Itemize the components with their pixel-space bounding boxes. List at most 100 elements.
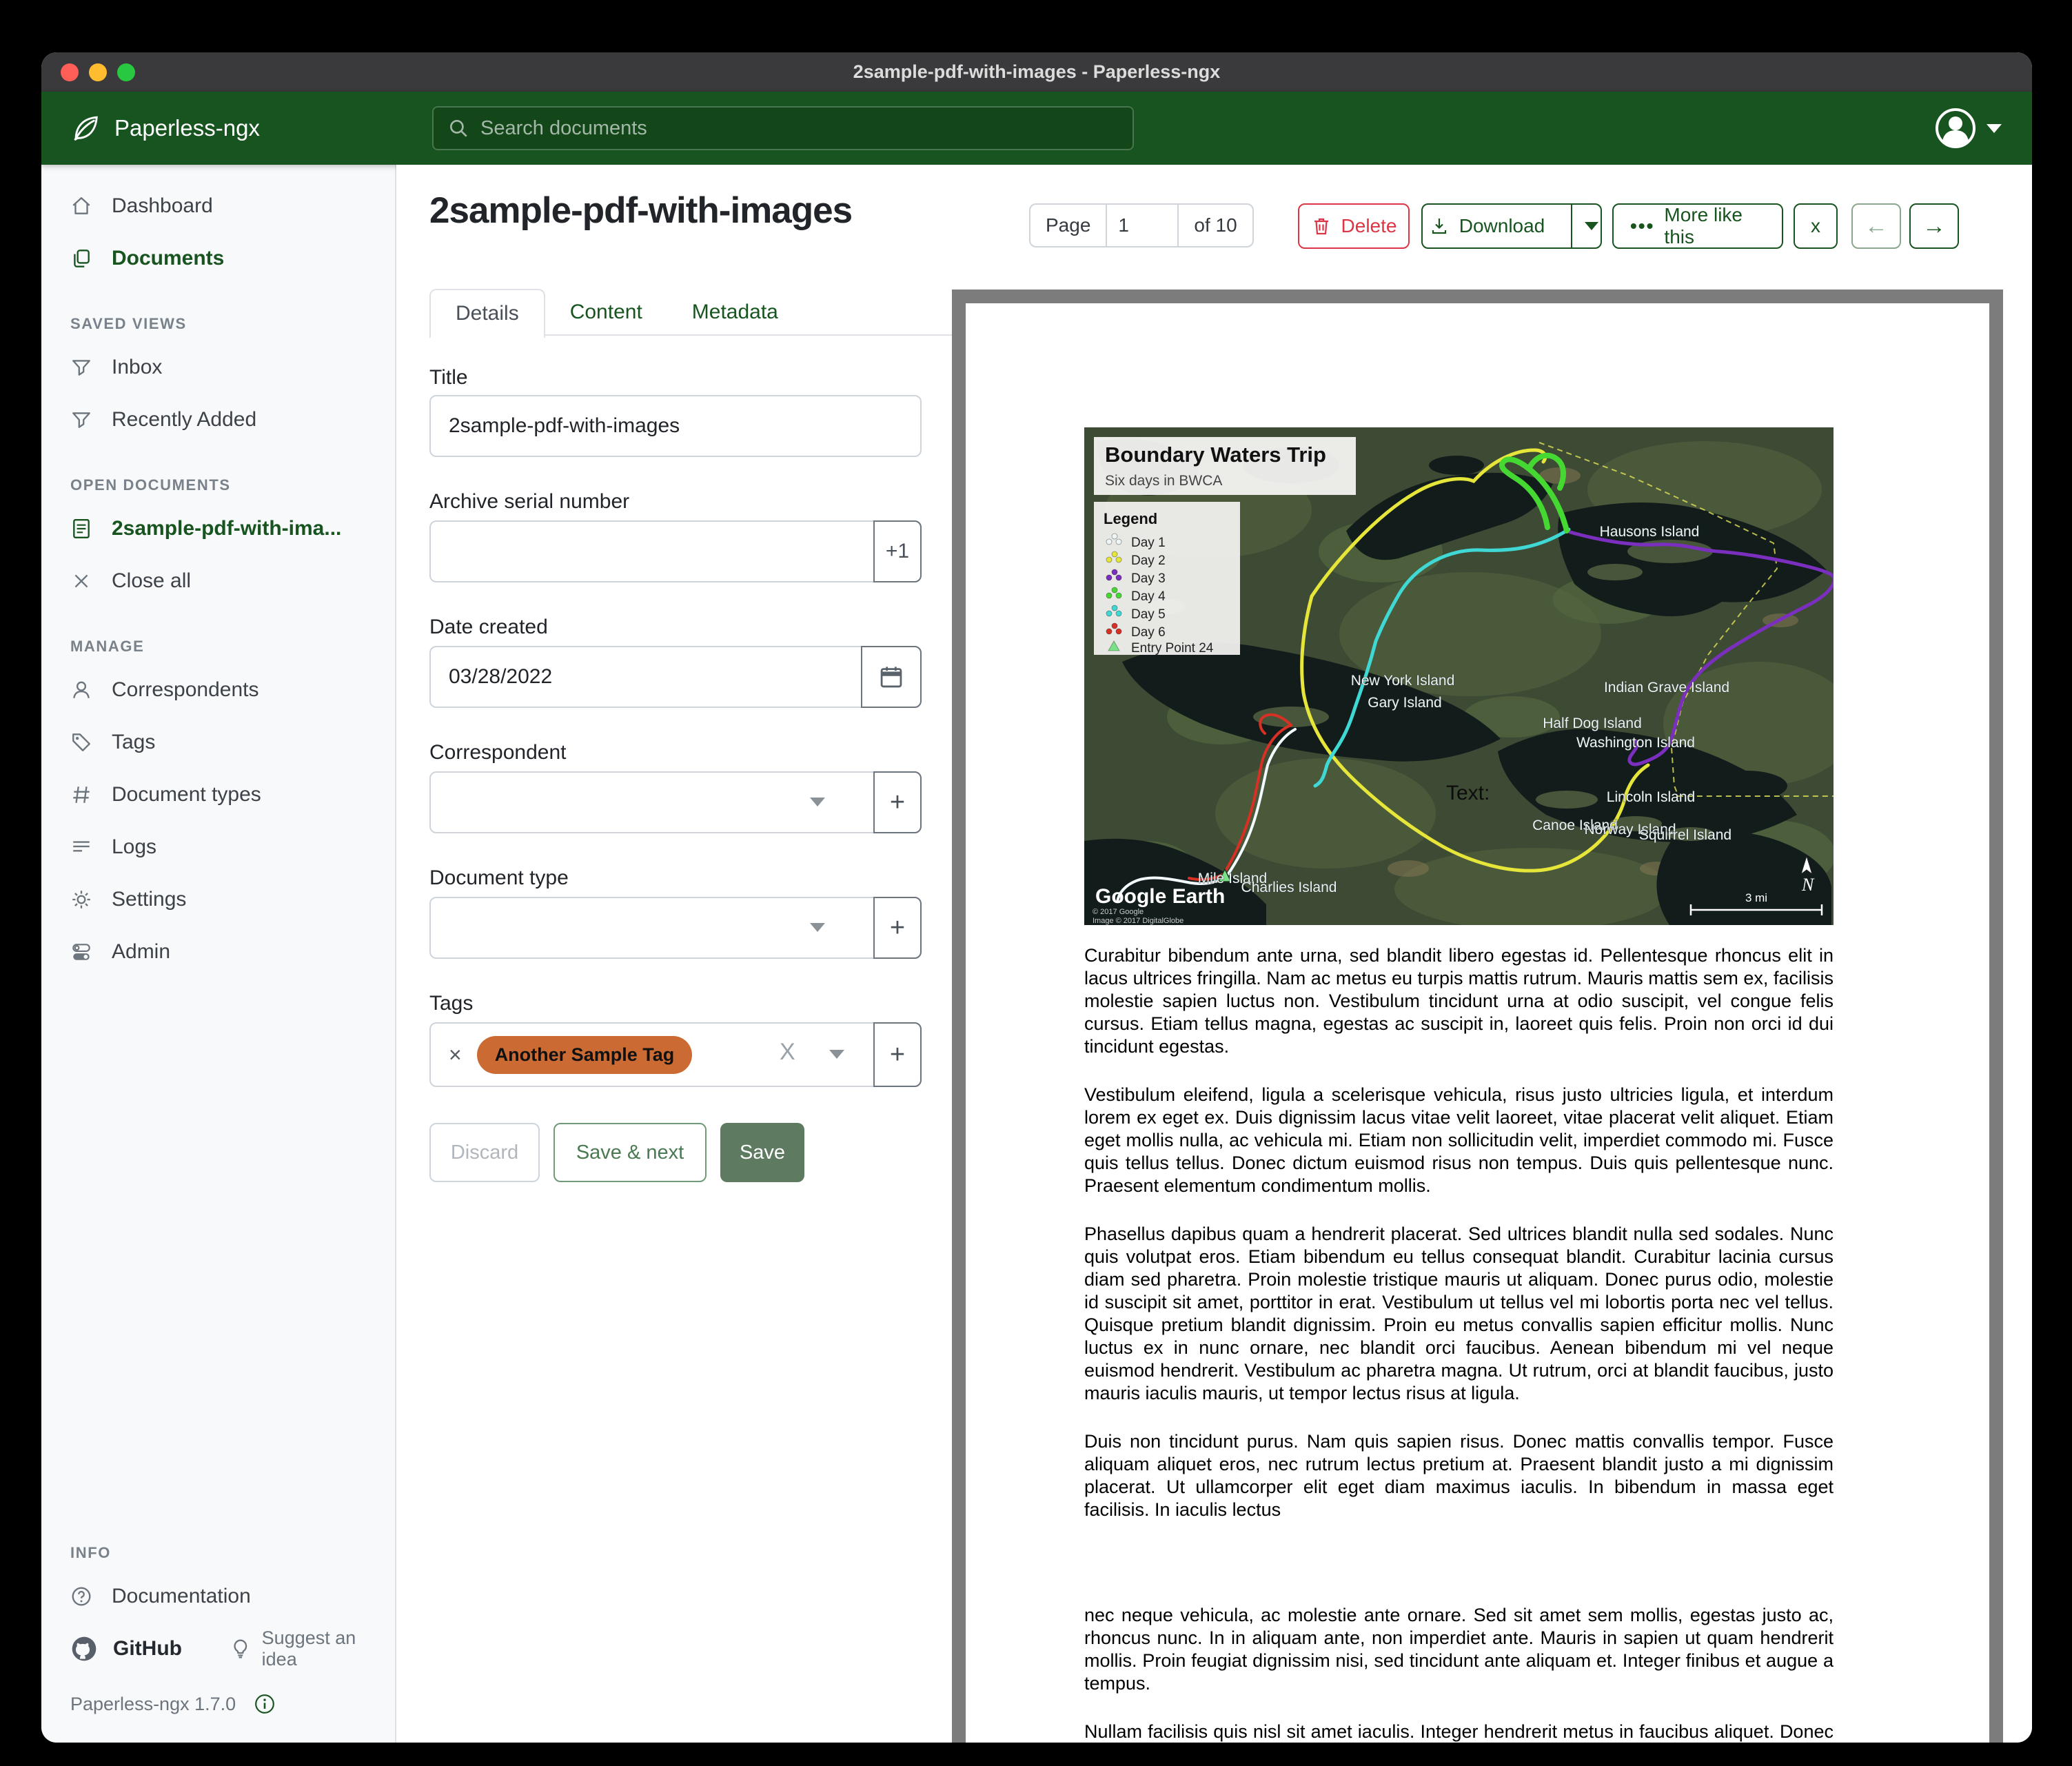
sidebar-item-dashboard[interactable]: Dashboard xyxy=(41,180,395,232)
saved-views-heading: SAVED VIEWS xyxy=(41,285,395,341)
legend-label: Day 1 xyxy=(1131,536,1166,550)
title-field[interactable]: 2sample-pdf-with-images xyxy=(429,395,922,457)
correspondent-label: Correspondent xyxy=(429,741,566,764)
sidebar-item-documents[interactable]: Documents xyxy=(41,232,395,285)
close-window-button[interactable] xyxy=(61,63,79,81)
document-type-select[interactable] xyxy=(429,897,922,959)
github-icon xyxy=(70,1635,98,1663)
date-picker-button[interactable] xyxy=(861,646,922,708)
asn-increment-label: +1 xyxy=(886,540,909,563)
sidebar-item-recently-added[interactable]: Recently Added xyxy=(41,394,395,446)
page-number-input[interactable] xyxy=(1107,205,1177,246)
tab-content[interactable]: Content xyxy=(545,289,667,336)
app-window: 2sample-pdf-with-images - Paperless-ngx … xyxy=(41,52,2032,1743)
sidebar-item-documentation[interactable]: Documentation xyxy=(41,1570,395,1623)
paragraph: Curabitur bibendum ante urna, sed blandi… xyxy=(1084,944,1834,1058)
pdf-page: Hausons Island New York Island Gary Isla… xyxy=(966,303,1989,1743)
tags-select[interactable]: × Another Sample Tag xyxy=(429,1022,922,1087)
tag-icon xyxy=(70,731,92,753)
map-title-box: Boundary Waters Trip Six days in BWCA xyxy=(1094,437,1356,495)
download-label: Download xyxy=(1459,215,1545,237)
sidebar: Dashboard Documents SAVED VIEWS Inbox Re… xyxy=(41,165,396,1743)
search-input[interactable]: Search documents xyxy=(432,106,1134,150)
sidebar-label: Recently Added xyxy=(112,408,256,432)
save-next-button[interactable]: Save & next xyxy=(553,1123,707,1182)
suggest-idea-link[interactable]: Suggest an idea xyxy=(229,1627,395,1670)
asn-increment-button[interactable]: +1 xyxy=(873,520,922,582)
asn-field[interactable] xyxy=(429,520,922,582)
content-area: 2sample-pdf-with-images Page of 10 Delet… xyxy=(396,165,2032,1743)
person-icon xyxy=(70,679,92,701)
search-placeholder: Search documents xyxy=(480,117,647,140)
map-label: Gary Island xyxy=(1368,695,1441,711)
sidebar-item-close-all[interactable]: Close all xyxy=(41,555,395,607)
correspondent-select[interactable] xyxy=(429,771,922,833)
download-split-button: Download xyxy=(1421,203,1602,249)
sidebar-item-correspondents[interactable]: Correspondents xyxy=(41,664,395,716)
sidebar-item-open-document[interactable]: 2sample-pdf-with-ima... xyxy=(41,503,395,555)
chevron-down-icon xyxy=(810,923,825,932)
map-scale-label: 3 mi xyxy=(1745,891,1767,904)
suggest-idea-label: Suggest an idea xyxy=(262,1627,395,1670)
filter-icon xyxy=(70,356,92,378)
sidebar-item-admin[interactable]: Admin xyxy=(41,926,395,978)
legend-label: Day 4 xyxy=(1131,589,1166,604)
user-menu[interactable] xyxy=(1934,92,2002,165)
document-text: Curabitur bibendum ante urna, sed blandi… xyxy=(1084,944,1834,1743)
add-correspondent-button[interactable]: + xyxy=(873,771,922,833)
sidebar-label: Documentation xyxy=(112,1585,251,1608)
pdf-preview-panel[interactable]: Hausons Island New York Island Gary Isla… xyxy=(952,290,2003,1743)
lightbulb-icon xyxy=(229,1637,252,1661)
remove-tag-icon[interactable]: × xyxy=(449,1042,462,1068)
close-document-button[interactable]: x xyxy=(1794,203,1838,249)
previous-document-button[interactable]: ← xyxy=(1851,203,1901,249)
map-label: Lincoln Island xyxy=(1607,789,1695,805)
delete-button[interactable]: Delete xyxy=(1298,203,1410,249)
sidebar-item-inbox[interactable]: Inbox xyxy=(41,341,395,394)
close-icon xyxy=(70,570,92,592)
sidebar-label: Dashboard xyxy=(112,194,213,218)
map-label: Charlies Island xyxy=(1241,880,1337,895)
brand-name: Paperless-ngx xyxy=(114,115,260,141)
tab-details[interactable]: Details xyxy=(429,289,545,338)
next-document-button[interactable]: → xyxy=(1909,203,1959,249)
download-icon xyxy=(1429,216,1450,236)
map-subtitle: Six days in BWCA xyxy=(1105,473,1222,489)
info-icon[interactable] xyxy=(254,1693,276,1715)
sidebar-item-logs[interactable]: Logs xyxy=(41,821,395,873)
paragraph: nec neque vehicula, ac molestie ante orn… xyxy=(1084,1604,1834,1695)
toggles-icon xyxy=(70,941,92,963)
sidebar-item-tags[interactable]: Tags xyxy=(41,716,395,769)
clear-tags-icon[interactable]: X xyxy=(780,1039,795,1066)
save-button[interactable]: Save xyxy=(720,1123,804,1182)
minimize-window-button[interactable] xyxy=(89,63,107,81)
brand[interactable]: Paperless-ngx xyxy=(69,112,260,144)
window-title: 2sample-pdf-with-images - Paperless-ngx xyxy=(853,61,1221,83)
paragraph: Phasellus dapibus quam a hendrerit place… xyxy=(1084,1223,1834,1405)
discard-button[interactable]: Discard xyxy=(429,1123,540,1182)
map-label: Washington Island xyxy=(1576,735,1695,751)
github-link[interactable]: GitHub xyxy=(70,1635,182,1663)
tag-chip[interactable]: Another Sample Tag xyxy=(477,1036,693,1074)
close-x-icon: x xyxy=(1811,215,1820,237)
download-options-button[interactable] xyxy=(1571,205,1611,247)
map-label: Hausons Island xyxy=(1600,524,1700,540)
map-label: New York Island xyxy=(1351,673,1455,689)
paragraph: Duis non tincidunt purus. Nam quis sapie… xyxy=(1084,1430,1834,1521)
app-header: Paperless-ngx Search documents xyxy=(41,92,2032,165)
tags-label: Tags xyxy=(429,992,473,1015)
tab-metadata[interactable]: Metadata xyxy=(667,289,803,336)
home-icon xyxy=(70,195,92,217)
sidebar-item-document-types[interactable]: Document types xyxy=(41,769,395,821)
map-image: Hausons Island New York Island Gary Isla… xyxy=(1084,427,1834,925)
more-like-this-button[interactable]: ••• More like this xyxy=(1612,203,1783,249)
map-copyright: Image © 2017 DigitalGlobe xyxy=(1093,917,1184,925)
sidebar-item-settings[interactable]: Settings xyxy=(41,873,395,926)
add-document-type-button[interactable]: + xyxy=(873,897,922,959)
zoom-window-button[interactable] xyxy=(117,63,135,81)
download-button[interactable]: Download xyxy=(1412,205,1562,247)
sidebar-label: Settings xyxy=(112,888,186,911)
date-created-field[interactable]: 03/28/2022 xyxy=(429,646,922,708)
map-legend: Legend xyxy=(1094,502,1240,656)
add-tag-button[interactable]: + xyxy=(873,1022,922,1087)
